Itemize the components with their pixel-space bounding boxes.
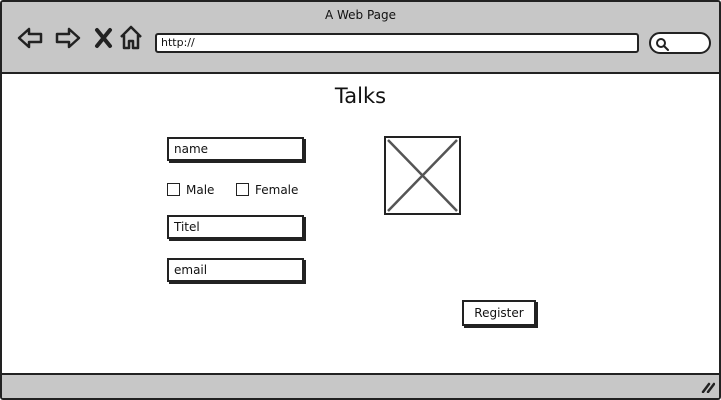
female-checkbox[interactable]	[236, 183, 249, 196]
male-label: Male	[186, 183, 215, 197]
page-title: Talks	[334, 84, 387, 108]
female-label: Female	[255, 183, 299, 197]
female-option[interactable]: Female	[236, 183, 298, 197]
back-arrow-icon[interactable]	[16, 24, 44, 52]
forward-arrow-icon[interactable]	[54, 24, 82, 52]
status-bar	[2, 373, 719, 398]
title-input[interactable]: Titel	[167, 215, 304, 239]
home-icon[interactable]	[117, 24, 145, 52]
image-placeholder-icon	[387, 139, 458, 212]
male-option[interactable]: Male	[167, 183, 214, 197]
register-button[interactable]: Register	[462, 300, 536, 326]
search-icon	[656, 38, 669, 51]
browser-search[interactable]	[649, 32, 711, 54]
image-placeholder	[384, 136, 461, 215]
browser-window: A Web Page http:// Talks name Male Femal…	[0, 0, 721, 400]
name-input[interactable]: name	[167, 137, 304, 161]
address-bar[interactable]: http://	[155, 33, 639, 53]
male-checkbox[interactable]	[167, 183, 180, 196]
browser-toolbar: A Web Page http://	[2, 2, 719, 74]
window-title: A Web Page	[324, 8, 397, 22]
close-x-icon[interactable]	[90, 24, 118, 52]
email-input[interactable]: email	[167, 258, 304, 282]
resize-grip-icon[interactable]	[701, 381, 715, 393]
